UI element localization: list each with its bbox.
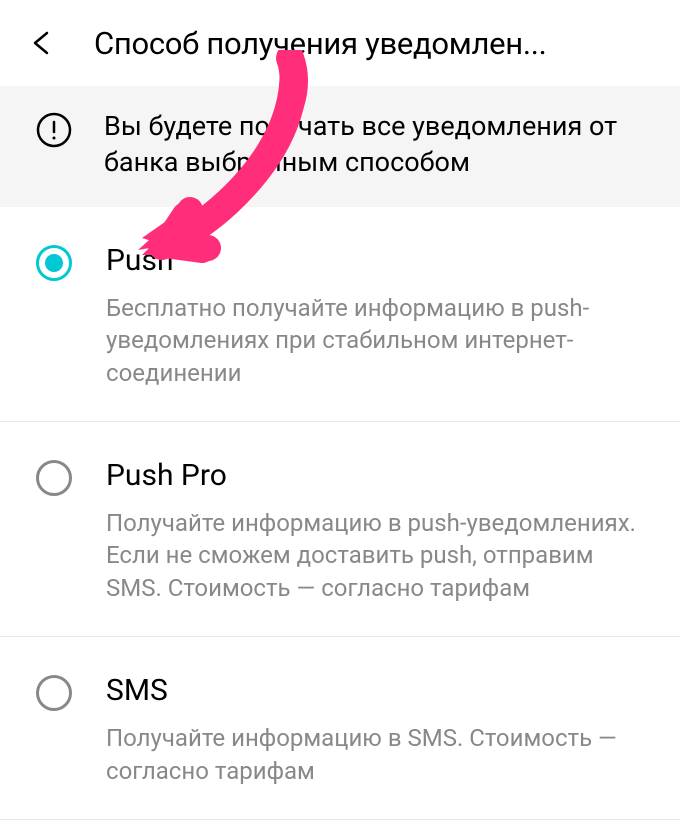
option-description: Получайте информацию в SMS. Стоимость — … [106,722,650,787]
option-title: Push [106,243,650,278]
info-text: Вы будете получать все уведомления от ба… [104,108,650,181]
option-content: Push Pro Получайте информацию в push-уве… [106,458,650,604]
arrow-left-icon [27,28,57,58]
option-content: SMS Получайте информацию в SMS. Стоимост… [106,673,650,787]
option-sms[interactable]: SMS Получайте информацию в SMS. Стоимост… [0,637,680,820]
info-icon [36,112,72,152]
back-button[interactable] [22,23,62,63]
option-title: Push Pro [106,458,650,493]
option-content: Push Бесплатно получайте информацию в pu… [106,243,650,389]
radio-push-pro[interactable] [36,460,72,496]
option-push[interactable]: Push Бесплатно получайте информацию в pu… [0,207,680,422]
radio-sms[interactable] [36,675,72,711]
info-banner: Вы будете получать все уведомления от ба… [0,86,680,207]
radio-push[interactable] [36,245,72,281]
header: Способ получения уведомлен... [0,0,680,86]
page-title: Способ получения уведомлен... [94,25,546,62]
option-push-pro[interactable]: Push Pro Получайте информацию в push-уве… [0,422,680,637]
option-description: Получайте информацию в push-уведомлениях… [106,507,650,604]
option-title: SMS [106,673,650,708]
option-description: Бесплатно получайте информацию в push-ув… [106,292,650,389]
